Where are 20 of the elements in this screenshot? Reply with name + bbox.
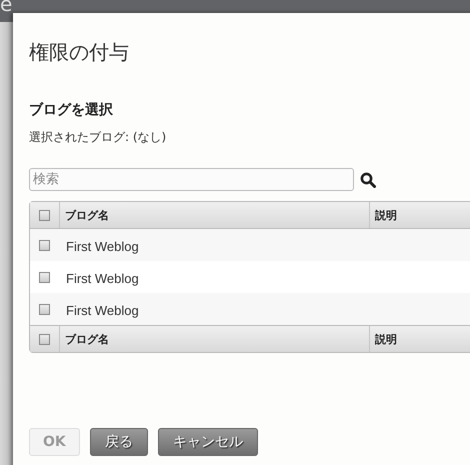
dialog-button[interactable]: キャンセル (158, 428, 258, 456)
dialog-button[interactable]: 戻る (90, 428, 148, 456)
selection-text: 選択されたブログ: (なし) (29, 130, 166, 144)
page-title: e (0, 0, 12, 16)
checkbox[interactable] (39, 334, 50, 344)
blog-name: First Weblog (65, 238, 139, 254)
checkbox[interactable] (39, 272, 50, 282)
column-header[interactable]: ブログ名 (59, 326, 369, 352)
search-field[interactable]: 検索 (29, 168, 354, 191)
checkbox[interactable] (39, 240, 50, 250)
column-header[interactable]: 説明 (369, 326, 470, 352)
checkbox[interactable] (39, 210, 50, 220)
checkbox[interactable] (39, 304, 50, 314)
column-header[interactable]: 説明 (369, 202, 470, 228)
section-heading: ブログを選択 (29, 102, 113, 118)
dialog-title: 権限の付与 (29, 40, 129, 64)
blog-name: First Weblog (65, 302, 139, 318)
search-icon[interactable] (360, 172, 376, 188)
blog-name: First Weblog (65, 270, 139, 286)
column-header[interactable]: ブログ名 (59, 202, 369, 228)
